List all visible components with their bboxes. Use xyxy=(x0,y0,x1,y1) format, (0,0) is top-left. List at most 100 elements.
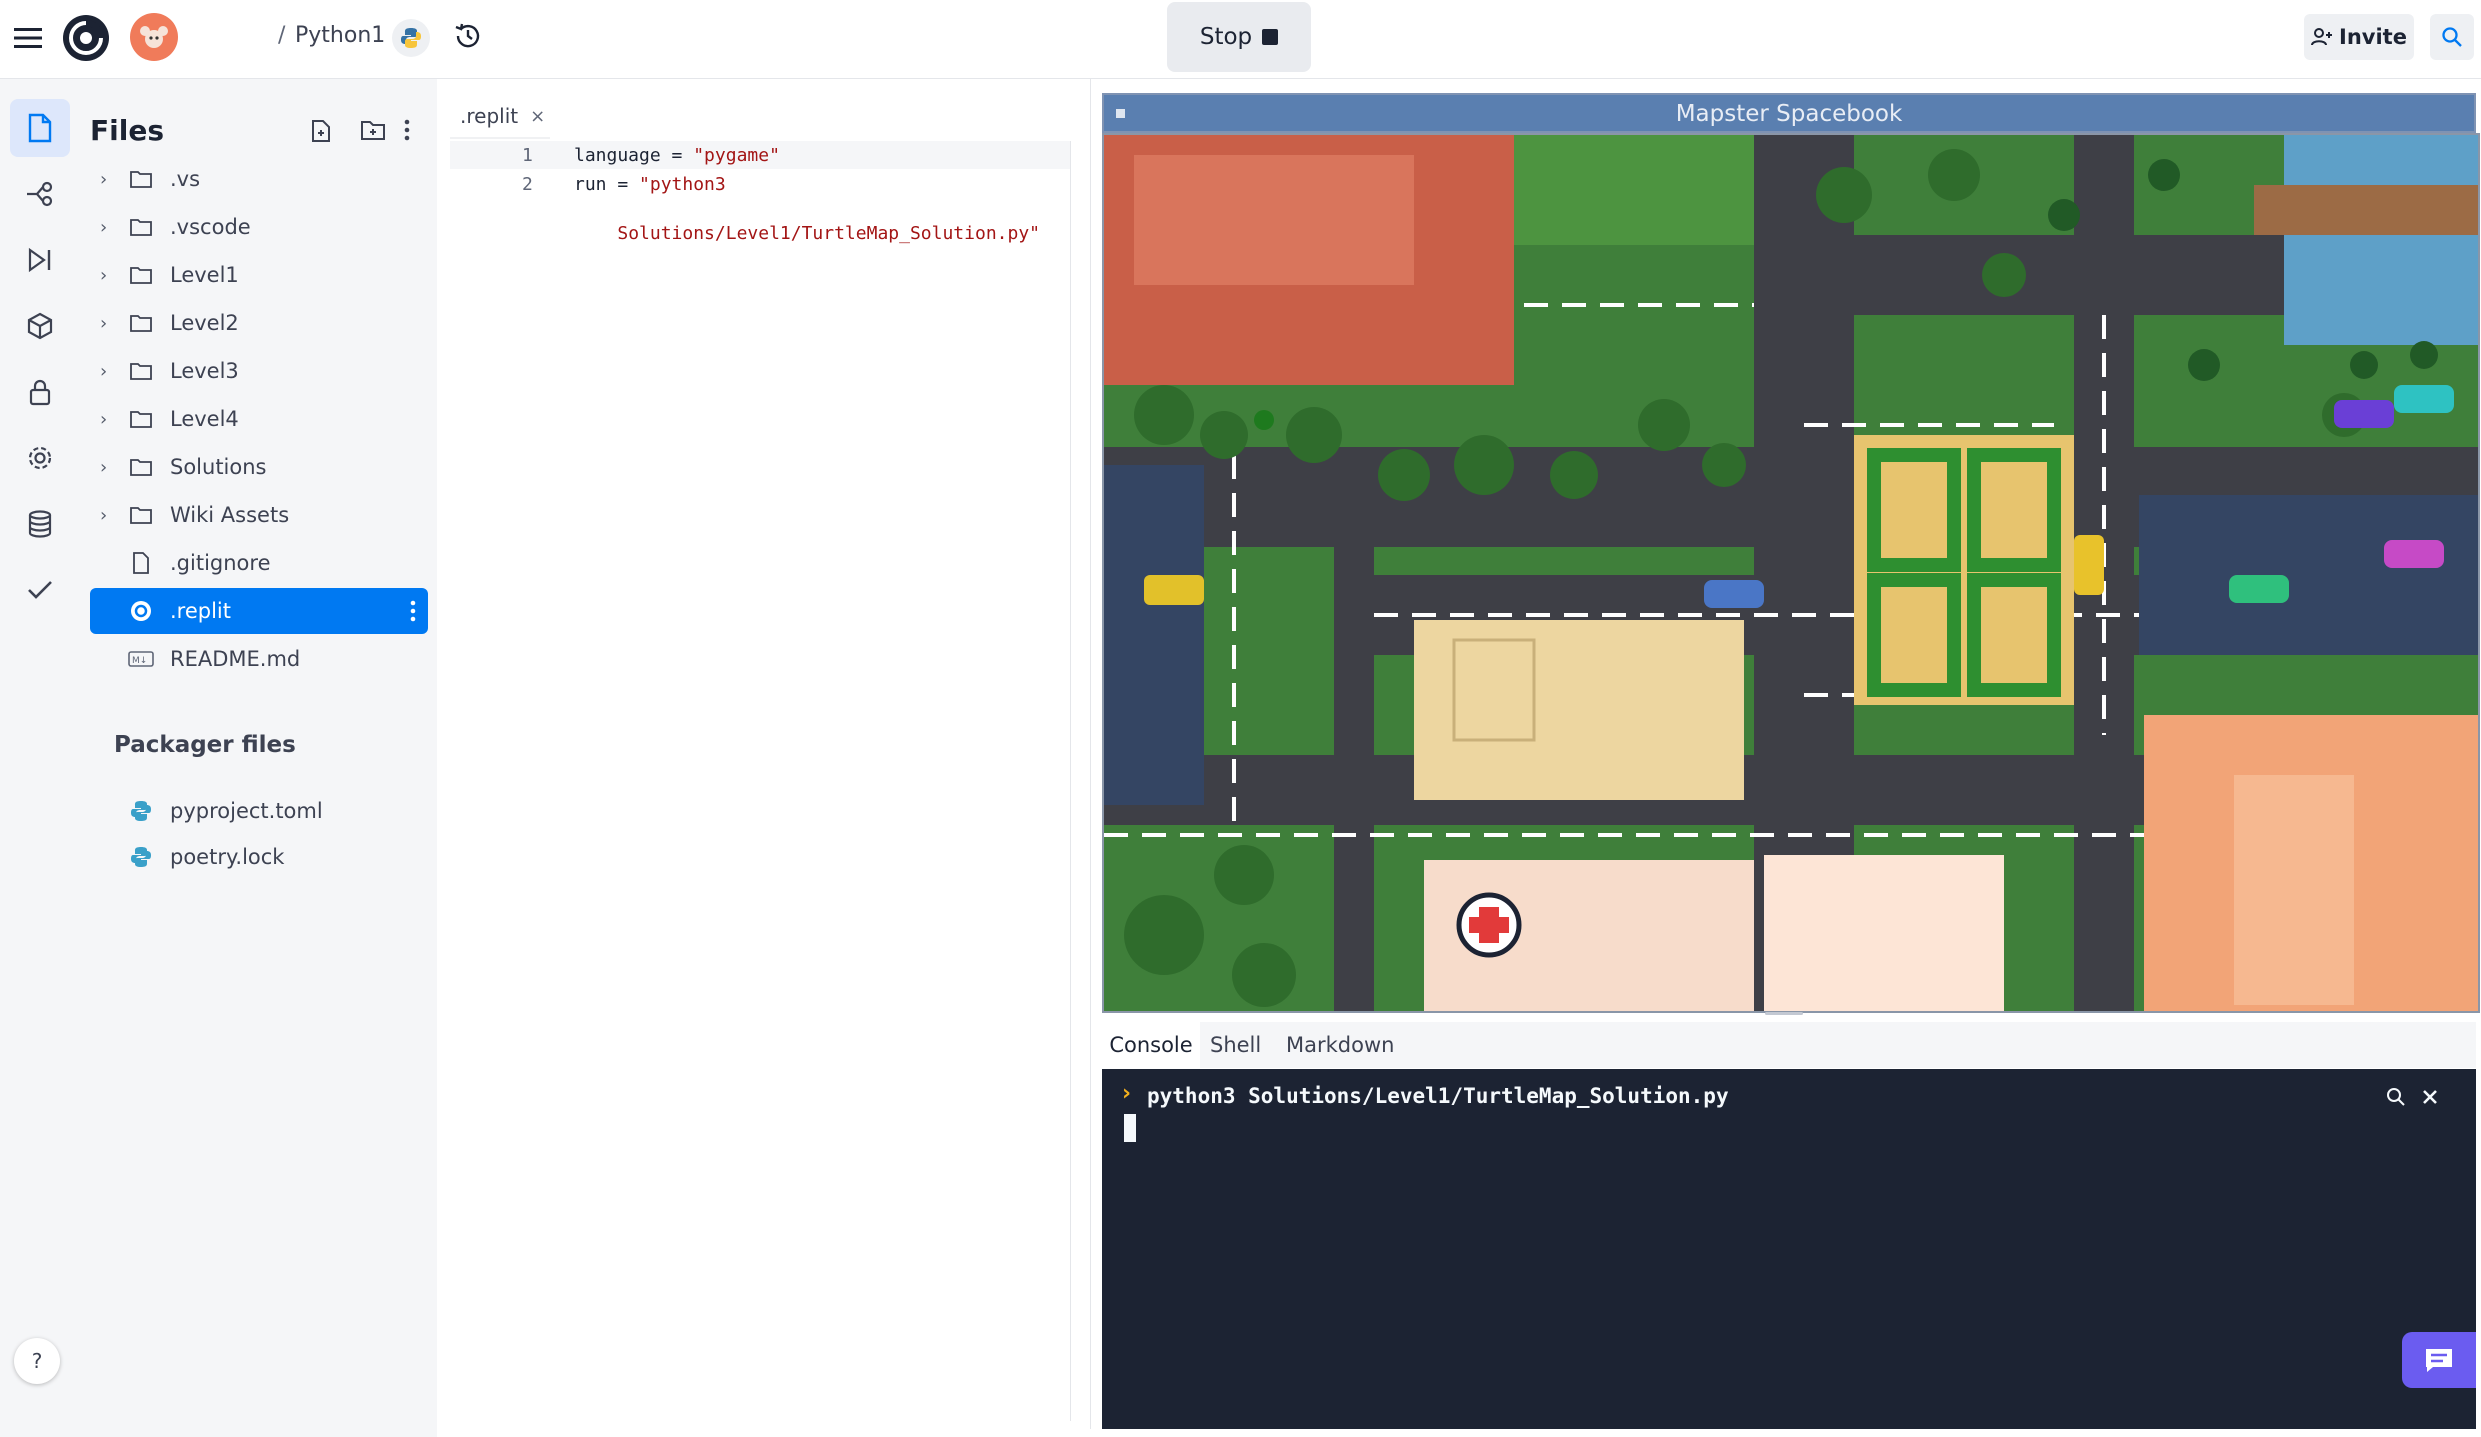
chevron-right-icon[interactable]: › xyxy=(100,409,126,430)
stop-square-icon xyxy=(1262,29,1279,45)
history-icon[interactable] xyxy=(448,16,488,56)
code-eq: = xyxy=(606,174,640,195)
files-tool-icon[interactable] xyxy=(10,99,70,157)
tab-shell[interactable]: Shell xyxy=(1210,1022,1261,1068)
console-tabs: Console Shell Markdown xyxy=(1102,1022,2476,1068)
tab-label: Shell xyxy=(1210,1033,1262,1057)
editor-scrollbar[interactable] xyxy=(1070,141,1089,1421)
list-item[interactable]: poetry.lock xyxy=(90,834,428,880)
terminal-cursor xyxy=(1124,1114,1136,1142)
files-title: Files xyxy=(90,114,164,147)
code-eq: = xyxy=(660,145,694,166)
file-name: Level1 xyxy=(170,263,239,287)
console-command: python3 Solutions/Level1/TurtleMap_Solut… xyxy=(1147,1084,1729,1108)
folder-item[interactable]: › .vs xyxy=(90,156,428,202)
tab-replit[interactable]: .replit × xyxy=(450,95,550,139)
menu-icon[interactable] xyxy=(10,20,46,56)
folder-icon xyxy=(126,170,156,188)
packages-tool-icon[interactable] xyxy=(10,297,70,355)
folder-item[interactable]: › Level3 xyxy=(90,348,428,394)
chevron-right-icon[interactable]: › xyxy=(100,505,126,526)
chevron-right-icon[interactable]: › xyxy=(100,361,126,382)
folder-item[interactable]: › Level1 xyxy=(90,252,428,298)
close-icon[interactable]: × xyxy=(530,106,545,127)
invite-button[interactable]: Invite xyxy=(2304,14,2414,60)
file-name: .vscode xyxy=(170,215,251,239)
code-editor[interactable]: .replit × 1 language = "pygame" 2 run = … xyxy=(450,79,1091,1429)
files-more-icon[interactable] xyxy=(404,119,418,145)
help-label: ? xyxy=(31,1349,43,1373)
debugger-tool-icon[interactable] xyxy=(10,231,70,289)
new-file-icon[interactable] xyxy=(310,119,336,145)
secrets-lock-icon[interactable] xyxy=(10,363,70,421)
folder-item[interactable]: › Level4 xyxy=(90,396,428,442)
file-name: README.md xyxy=(170,647,301,671)
code-key: language xyxy=(574,145,661,166)
file-item[interactable]: .gitignore xyxy=(90,540,428,586)
chevron-right-icon[interactable]: › xyxy=(100,265,126,286)
code-string: Solutions/Level1/TurtleMap_Solution.py" xyxy=(617,223,1040,244)
folder-item[interactable]: › .vscode xyxy=(90,204,428,250)
repl-name[interactable]: Python1 xyxy=(295,23,385,48)
python-language-icon xyxy=(392,19,430,57)
file-name: .vs xyxy=(170,167,201,191)
file-name: poetry.lock xyxy=(170,845,285,869)
folder-item[interactable]: › Level2 xyxy=(90,300,428,346)
svg-text:M↓: M↓ xyxy=(132,656,147,666)
chevron-right-icon[interactable]: › xyxy=(100,217,126,238)
console-output[interactable]: › python3 Solutions/Level1/TurtleMap_Sol… xyxy=(1102,1069,2476,1429)
chevron-right-icon[interactable]: › xyxy=(100,457,126,478)
line-number: 1 xyxy=(522,145,533,166)
console-clear-icon[interactable] xyxy=(2416,1083,2444,1111)
git-tool-icon[interactable] xyxy=(10,165,70,223)
list-item[interactable]: pyproject.toml xyxy=(90,788,428,834)
breadcrumb-separator: / xyxy=(278,23,286,48)
tab-console[interactable]: Console xyxy=(1102,1022,1200,1068)
replit-config-icon xyxy=(126,600,156,622)
tab-label: Console xyxy=(1109,1033,1193,1057)
avatar[interactable] xyxy=(130,13,178,61)
python-file-icon xyxy=(126,800,156,822)
folder-icon xyxy=(126,218,156,236)
files-panel: Files › .vs › .vscode › Level1 › Level2 › Level3 ›… xyxy=(82,79,437,1437)
game-canvas[interactable] xyxy=(1102,133,2480,1013)
folder-icon xyxy=(126,506,156,524)
code-string: "python3 xyxy=(639,174,726,195)
tab-markdown[interactable]: Markdown xyxy=(1286,1022,1394,1068)
resize-handle[interactable] xyxy=(1765,1012,1803,1015)
file-name: Level2 xyxy=(170,311,239,335)
file-name: Level4 xyxy=(170,407,239,431)
checkmark-icon[interactable] xyxy=(10,561,70,619)
search-button[interactable] xyxy=(2430,14,2474,60)
chevron-right-icon[interactable]: › xyxy=(100,313,126,334)
add-user-icon xyxy=(2311,28,2333,46)
folder-item[interactable]: › Wiki Assets xyxy=(90,492,428,538)
chat-button[interactable] xyxy=(2402,1332,2476,1388)
replit-logo-icon[interactable] xyxy=(60,12,112,64)
file-more-icon[interactable] xyxy=(410,600,416,622)
new-folder-icon[interactable] xyxy=(360,119,388,145)
file-item[interactable]: M↓ README.md xyxy=(90,636,428,682)
file-name: pyproject.toml xyxy=(170,799,323,823)
game-window[interactable]: Mapster Spacebook xyxy=(1102,93,2476,133)
chevron-right-icon[interactable]: › xyxy=(100,169,126,190)
packager-files-title: Packager files xyxy=(114,732,296,758)
settings-gear-icon[interactable] xyxy=(10,429,70,487)
folder-icon xyxy=(126,410,156,428)
prompt-icon: › xyxy=(1122,1081,1132,1106)
stop-label: Stop xyxy=(1199,24,1253,50)
database-icon[interactable] xyxy=(10,495,70,553)
top-bar: / Python1 Stop Invite xyxy=(0,0,2481,79)
folder-item[interactable]: › Solutions xyxy=(90,444,428,490)
help-button[interactable]: ? xyxy=(14,1338,60,1384)
console-search-icon[interactable] xyxy=(2382,1083,2410,1111)
code-string: "pygame" xyxy=(693,145,780,166)
stop-button[interactable]: Stop xyxy=(1167,2,1311,72)
file-name: Level3 xyxy=(170,359,239,383)
python-file-icon xyxy=(126,846,156,868)
tab-label: .replit xyxy=(460,104,519,128)
file-item[interactable]: .replit xyxy=(90,588,428,634)
code-key: run xyxy=(574,174,607,195)
line-number: 2 xyxy=(522,174,533,195)
invite-label: Invite xyxy=(2339,25,2407,49)
